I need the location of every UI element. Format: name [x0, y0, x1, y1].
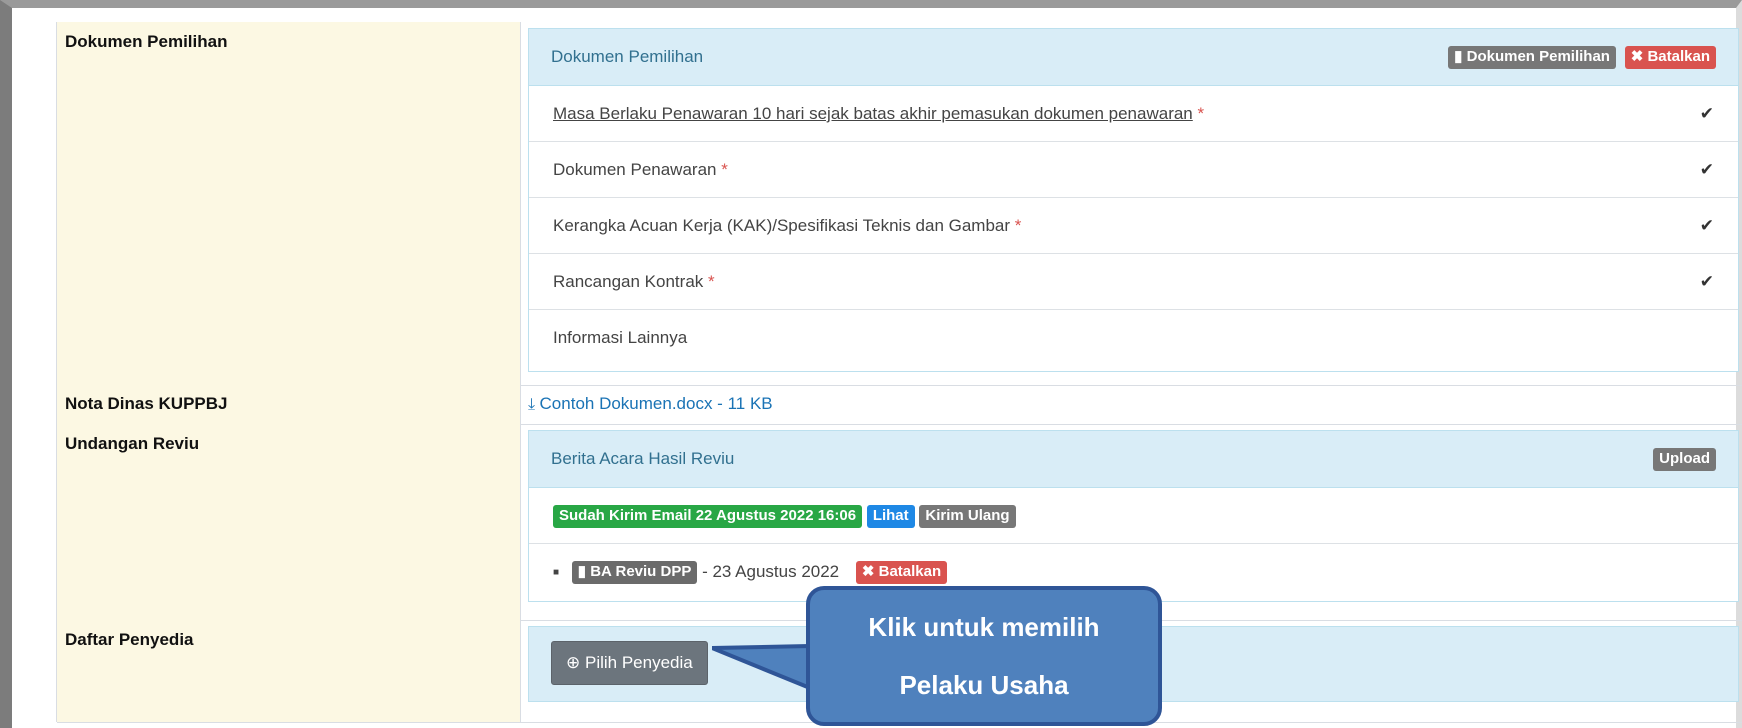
item-text: Informasi Lainnya: [553, 328, 688, 347]
list-item[interactable]: Rancangan Kontrak * ✔: [529, 254, 1738, 310]
document-date: - 23 Agustus 2022: [702, 562, 840, 581]
panel-heading: Berita Acara Hasil Reviu Upload: [529, 431, 1738, 488]
list-item[interactable]: Informasi Lainnya: [529, 310, 1738, 365]
row-label: Undangan Reviu: [57, 424, 521, 620]
window-frame: Dokumen Pemilihan Dokumen Pemilihan ▮ Do…: [0, 0, 1742, 728]
check-icon: ✔: [1699, 160, 1714, 179]
row-content: ⤓ Contoh Dokumen.docx - 11 KB: [522, 385, 1742, 424]
berita-acara-panel: Berita Acara Hasil Reviu Upload Sudah Ki…: [528, 430, 1739, 602]
callout-line-2: Pelaku Usaha: [899, 670, 1069, 700]
download-icon: ⤓: [528, 396, 536, 413]
ba-reviu-button[interactable]: ▮ BA Reviu DPP: [571, 561, 698, 585]
required-mark: *: [1014, 216, 1022, 235]
list-item[interactable]: Dokumen Penawaran * ✔: [529, 142, 1738, 198]
plus-circle-icon: ⊕: [566, 653, 581, 672]
row-label: Daftar Penyedia: [57, 620, 521, 722]
status-badge: Sudah Kirim Email 22 Agustus 2022 16:06: [553, 505, 863, 529]
button-label: Batalkan: [1647, 48, 1710, 66]
button-label: Pilih Penyedia: [584, 653, 693, 672]
button-label: Batalkan: [878, 563, 942, 581]
panel-actions: ▮ Dokumen Pemilihan ✖ Batalkan: [1444, 29, 1716, 85]
callout-bubble: Klik untuk memilih Pelaku Usaha: [806, 586, 1162, 726]
list-item[interactable]: Kerangka Acuan Kerja (KAK)/Spesifikasi T…: [529, 198, 1738, 254]
required-mark: *: [1197, 104, 1205, 123]
email-status-row: Sudah Kirim Email 22 Agustus 2022 16:06 …: [529, 488, 1738, 544]
item-text: Rancangan Kontrak: [553, 272, 704, 291]
required-mark: *: [708, 272, 715, 291]
file-icon: ▮: [1454, 48, 1463, 66]
bullet-icon: ■: [553, 567, 560, 579]
upload-button[interactable]: Upload: [1653, 448, 1716, 472]
file-icon: ▮: [577, 563, 587, 581]
button-label: BA Reviu DPP: [590, 563, 692, 581]
panel-heading: Dokumen Pemilihan ▮ Dokumen Pemilihan ✖ …: [529, 29, 1738, 86]
button-label: Dokumen Pemilihan: [1466, 48, 1610, 66]
panel-title: Berita Acara Hasil Reviu: [551, 449, 735, 468]
batalkan-button[interactable]: ✖ Batalkan: [855, 561, 948, 585]
check-icon: ✔: [1699, 272, 1714, 291]
file-link[interactable]: Contoh Dokumen.docx - 11 KB: [540, 394, 773, 413]
kirim-ulang-button[interactable]: Kirim Ulang: [919, 505, 1016, 529]
close-icon: ✖: [1630, 48, 1644, 66]
close-icon: ✖: [861, 563, 875, 581]
lihat-button[interactable]: Lihat: [866, 505, 915, 529]
check-icon: ✔: [1699, 216, 1714, 235]
list-item[interactable]: Masa Berlaku Penawaran 10 hari sejak bat…: [529, 86, 1738, 142]
dokumen-pemilihan-button[interactable]: ▮ Dokumen Pemilihan: [1448, 46, 1616, 70]
panel-title: Dokumen Pemilihan: [551, 47, 704, 66]
dokumen-panel: Dokumen Pemilihan ▮ Dokumen Pemilihan ✖ …: [528, 28, 1739, 372]
row-label: Dokumen Pemilihan: [57, 22, 521, 385]
row-nota-dinas: Nota Dinas KUPPBJ ⤓ Contoh Dokumen.docx …: [57, 385, 1742, 425]
item-text: Dokumen Penawaran: [553, 160, 717, 179]
row-label: Nota Dinas KUPPBJ: [57, 385, 521, 424]
batalkan-button[interactable]: ✖ Batalkan: [1624, 46, 1716, 70]
panel-actions: Upload: [1649, 431, 1716, 487]
pilih-penyedia-button[interactable]: ⊕ Pilih Penyedia: [551, 641, 708, 685]
required-mark: *: [721, 160, 728, 179]
row-dokumen-pemilihan: Dokumen Pemilihan Dokumen Pemilihan ▮ Do…: [57, 22, 1742, 386]
item-text[interactable]: Masa Berlaku Penawaran 10 hari sejak bat…: [553, 104, 1193, 123]
button-wrap: ⊕ Pilih Penyedia: [551, 641, 708, 685]
check-icon: ✔: [1699, 104, 1714, 123]
callout-line-1: Klik untuk memilih: [868, 612, 1100, 642]
file-download: ⤓ Contoh Dokumen.docx - 11 KB: [528, 394, 773, 414]
row-content: Dokumen Pemilihan ▮ Dokumen Pemilihan ✖ …: [522, 22, 1742, 385]
item-text: Kerangka Acuan Kerja (KAK)/Spesifikasi T…: [553, 216, 1011, 235]
